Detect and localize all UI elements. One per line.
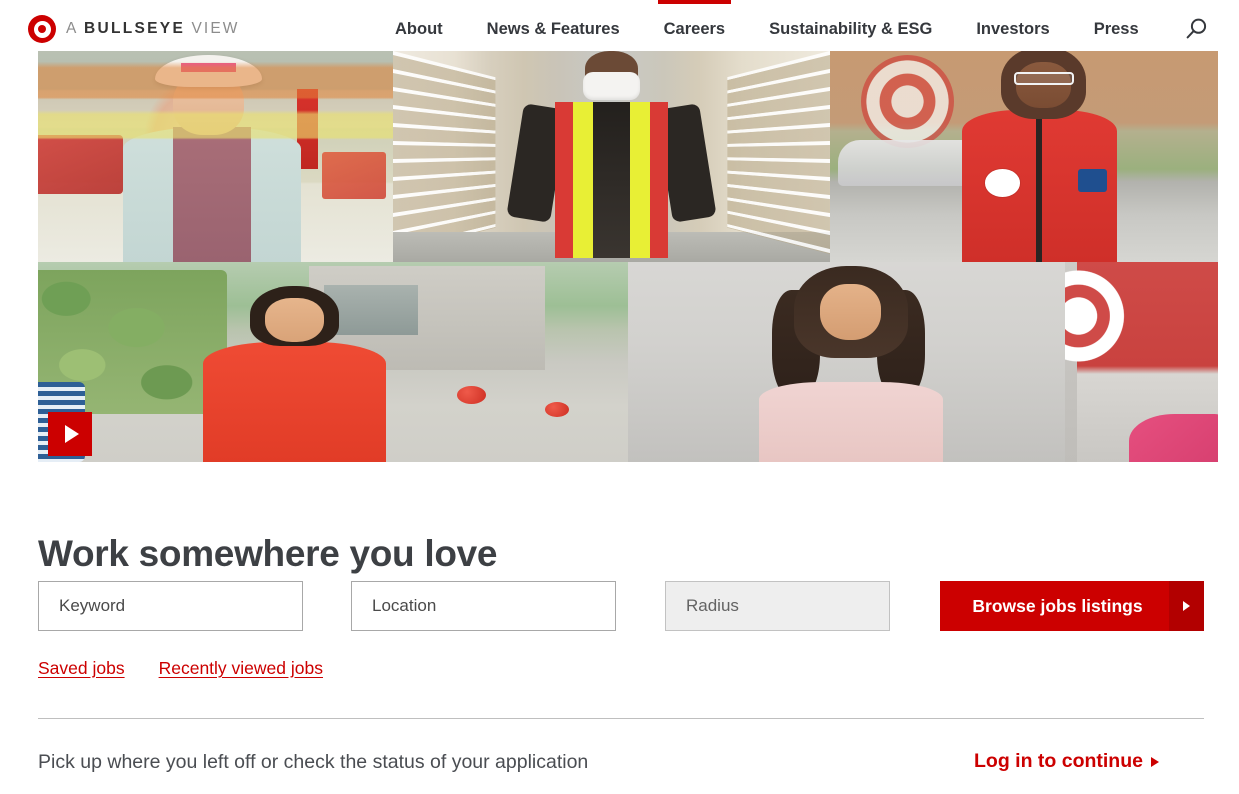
hero-video-collage[interactable]: [38, 51, 1218, 462]
hero-tile-2: [393, 51, 830, 262]
hero-tile-6: [1065, 262, 1218, 462]
log-in-label: Log in to continue: [974, 750, 1143, 773]
browse-jobs-label: Browse jobs listings: [940, 596, 1169, 617]
quick-links: Saved jobs Recently viewed jobs: [38, 658, 323, 679]
nav-item-careers[interactable]: Careers: [664, 0, 725, 58]
brand-prefix: A: [66, 20, 84, 37]
hero-tile-1: [38, 51, 393, 262]
page-title: Work somewhere you love: [38, 533, 497, 575]
brand-bold: BULLSEYE: [84, 20, 185, 37]
hero-tile-3: [830, 51, 1218, 262]
log-in-to-continue-link[interactable]: Log in to continue: [974, 750, 1159, 773]
site-logo[interactable]: A BULLSEYE VIEW: [28, 0, 240, 58]
location-input[interactable]: [351, 581, 616, 631]
nav-item-press[interactable]: Press: [1094, 0, 1139, 58]
brand-wordmark: A BULLSEYE VIEW: [66, 20, 240, 38]
keyword-input[interactable]: [38, 581, 303, 631]
radius-input[interactable]: [665, 581, 890, 631]
primary-nav: About News & Features Careers Sustainabi…: [395, 0, 1139, 58]
brand-suffix: VIEW: [185, 20, 239, 37]
page-root: A BULLSEYE VIEW About News & Features Ca…: [0, 0, 1239, 794]
saved-jobs-link[interactable]: Saved jobs: [38, 658, 125, 679]
browse-jobs-listings-button[interactable]: Browse jobs listings: [940, 581, 1204, 631]
section-divider: [38, 718, 1204, 719]
hero-tile-4: [38, 262, 628, 462]
hero-tile-5: [628, 262, 1065, 462]
nav-item-investors[interactable]: Investors: [976, 0, 1049, 58]
resume-application-text: Pick up where you left off or check the …: [38, 751, 588, 774]
nav-item-about[interactable]: About: [395, 0, 443, 58]
nav-item-sustainability-esg[interactable]: Sustainability & ESG: [769, 0, 932, 58]
target-bullseye-icon: [28, 15, 56, 43]
play-icon[interactable]: [48, 412, 92, 456]
nav-item-news-features[interactable]: News & Features: [487, 0, 620, 58]
chevron-right-icon: [1169, 581, 1204, 631]
recently-viewed-jobs-link[interactable]: Recently viewed jobs: [159, 658, 323, 679]
search-icon[interactable]: [1181, 14, 1211, 44]
site-header: A BULLSEYE VIEW About News & Features Ca…: [0, 0, 1239, 58]
chevron-right-icon: [1151, 757, 1159, 767]
